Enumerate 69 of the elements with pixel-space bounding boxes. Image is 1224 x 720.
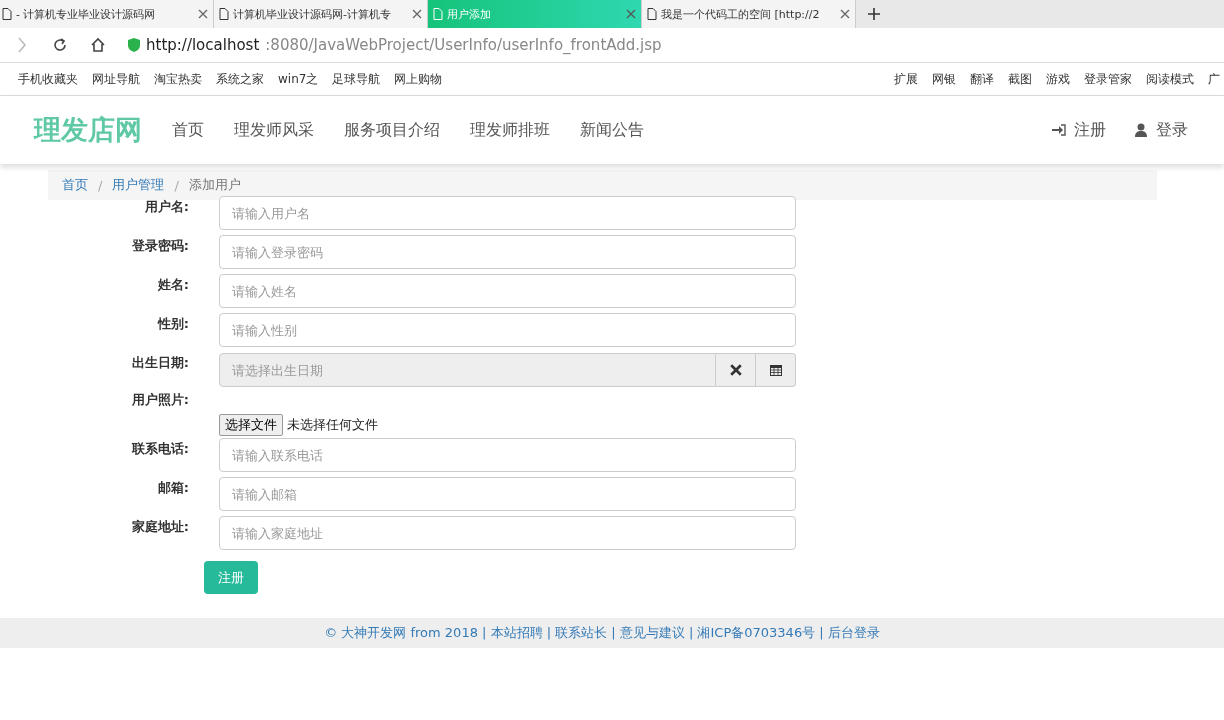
address-field[interactable]: http://localhost :8080/JavaWebProject/UserInfo/userInfo_frontAdd.jsp xyxy=(128,36,828,54)
field-label: 用户名: xyxy=(143,198,189,216)
toolbar-item[interactable]: 翻译 xyxy=(970,70,994,88)
page-icon xyxy=(433,8,443,20)
input-field[interactable]: 请输入用户名 xyxy=(219,196,796,230)
close-icon[interactable] xyxy=(198,9,208,19)
toolbar-item[interactable]: 阅读模式 xyxy=(1146,70,1194,88)
breadcrumb-item[interactable]: 首页 xyxy=(62,176,88,194)
browser-tab[interactable]: 我是一个代码工的空间 [http://2 xyxy=(642,0,856,28)
toolbar-item[interactable]: 扩展 xyxy=(894,70,918,88)
nav-link[interactable]: 理发师排班 xyxy=(470,119,550,141)
breadcrumb-item[interactable]: 用户管理 xyxy=(112,176,165,194)
toolbar-item[interactable]: 游戏 xyxy=(1046,70,1070,88)
bookmark[interactable]: 网址导航 xyxy=(92,70,140,88)
field-label: 邮箱: xyxy=(156,479,189,497)
toolbar-item[interactable]: 网银 xyxy=(932,70,956,88)
browser-tab[interactable]: 计算机毕业设计源码网-计算机专 xyxy=(214,0,428,28)
field-label: 联系电话: xyxy=(130,440,189,458)
field-label: 用户照片: xyxy=(130,391,189,409)
sign-in-icon xyxy=(1052,123,1066,137)
page-icon xyxy=(2,8,12,20)
input-field[interactable]: 请输入家庭地址 xyxy=(219,516,796,550)
nav-link[interactable]: 服务项目介绍 xyxy=(344,119,440,141)
toolbar-item[interactable]: 广 xyxy=(1208,70,1220,88)
input-field[interactable]: 请输入性别 xyxy=(219,313,796,347)
field-label: 家庭地址: xyxy=(130,518,189,536)
field-label: 姓名: xyxy=(156,276,189,294)
reload-icon[interactable] xyxy=(52,37,68,53)
bookmark[interactable]: 足球导航 xyxy=(332,70,381,88)
page-icon xyxy=(219,8,229,20)
breadcrumb-separator: / xyxy=(174,177,179,193)
shield-icon xyxy=(128,38,140,52)
new-tab-icon[interactable] xyxy=(868,8,880,20)
toolbar-item[interactable]: 截图 xyxy=(1008,70,1032,88)
clear-button[interactable] xyxy=(716,353,756,387)
bookmark[interactable]: 系统之家 xyxy=(216,70,264,88)
input-field[interactable]: 请输入联系电话 xyxy=(219,438,796,472)
breadcrumb-separator: / xyxy=(98,177,103,193)
close-icon[interactable] xyxy=(626,9,636,19)
input-field[interactable]: 请输入邮箱 xyxy=(219,477,796,511)
calendar-button[interactable] xyxy=(756,353,796,387)
field-label: 性别: xyxy=(156,315,189,333)
bookmark[interactable]: 网上购物 xyxy=(394,70,443,88)
bookmark[interactable]: 淘宝热卖 xyxy=(154,70,202,88)
choose-file-button[interactable]: 选择文件 xyxy=(219,413,283,436)
bookmark[interactable]: 手机收藏夹 xyxy=(18,70,78,88)
footer-text: © 大神开发网 from 2018 | 本站招聘 | 联系站长 | 意见与建议 | 湘ICP备0703346号 | 后台登录 xyxy=(324,624,880,642)
file-status: 未选择任何文件 xyxy=(287,415,378,434)
nav-link[interactable]: 新闻公告 xyxy=(580,119,644,141)
close-icon[interactable] xyxy=(412,9,422,19)
calendar-icon xyxy=(769,364,782,376)
page-icon xyxy=(647,8,657,20)
field-label: 出生日期: xyxy=(130,354,189,372)
field-label: 登录密码: xyxy=(130,237,189,255)
date-field[interactable]: 请选择出生日期 xyxy=(219,353,716,387)
toolbar-item[interactable]: 登录管家 xyxy=(1084,70,1132,88)
input-field[interactable]: 请输入姓名 xyxy=(219,274,796,308)
clear-icon xyxy=(729,364,742,376)
nav-link[interactable]: 理发师风采 xyxy=(234,119,314,141)
bookmark[interactable]: win7之 xyxy=(278,70,319,88)
register-link[interactable]: 注册 xyxy=(1074,119,1106,141)
browser-tab[interactable]: - 计算机专业毕业设计源码网 xyxy=(0,0,214,28)
close-icon[interactable] xyxy=(840,9,850,19)
user-icon xyxy=(1134,123,1148,137)
nav-link[interactable]: 首页 xyxy=(172,119,204,141)
breadcrumb-item[interactable]: 添加用户 xyxy=(188,176,241,194)
input-field[interactable]: 请输入登录密码 xyxy=(219,235,796,269)
login-link[interactable]: 登录 xyxy=(1156,119,1188,141)
home-icon[interactable] xyxy=(90,37,106,53)
